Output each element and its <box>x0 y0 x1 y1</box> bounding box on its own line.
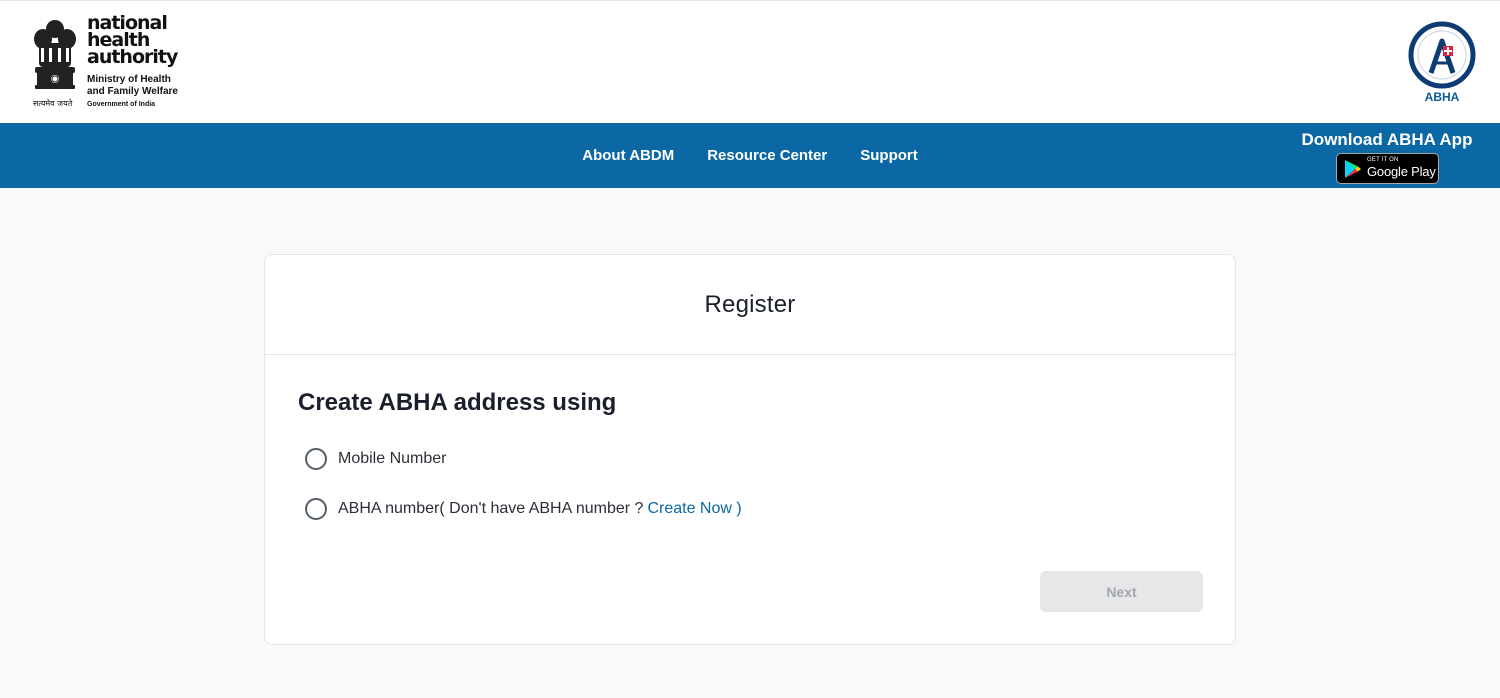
option-abha-number[interactable]: ABHA number( Don't have ABHA number ? Cr… <box>305 497 742 521</box>
card-header: Register <box>265 255 1235 355</box>
option-mobile-number-label[interactable]: Mobile Number <box>338 450 446 468</box>
google-play-small-text: GET IT ON <box>1367 157 1399 163</box>
top-header: सत्यमेव जयते national health authority M… <box>0 0 1500 123</box>
ministry-line-1: Ministry of Health <box>87 74 171 85</box>
nav-link-about-abdm[interactable]: About ABDM <box>582 147 674 164</box>
google-play-big-text: Google Play <box>1367 164 1436 179</box>
abha-logo[interactable]: ABHA <box>1407 21 1477 107</box>
abha-logo-icon <box>1408 21 1476 89</box>
national-emblem-icon <box>34 20 76 89</box>
register-card: Register Create ABHA address using Mobil… <box>264 254 1236 645</box>
ministry-line-2: and Family Welfare <box>87 86 178 97</box>
ministry-line-3: Government of India <box>87 101 156 108</box>
nha-word-authority: authority <box>87 46 178 68</box>
download-app-title: Download ABHA App <box>1301 130 1473 149</box>
create-now-link[interactable]: Create Now ) <box>647 500 741 518</box>
main-navbar: About ABDM Resource Center Support Downl… <box>0 123 1500 188</box>
radio-button-icon[interactable] <box>305 498 327 520</box>
nav-link-support[interactable]: Support <box>860 147 918 164</box>
abha-logo-label: ABHA <box>1424 90 1460 104</box>
nha-logo[interactable]: सत्यमेव जयते national health authority M… <box>29 14 189 111</box>
nav-links: About ABDM Resource Center Support <box>0 123 1500 188</box>
next-button[interactable]: Next <box>1040 571 1203 612</box>
google-play-icon <box>1345 160 1361 178</box>
section-title: Create ABHA address using <box>298 389 617 416</box>
radio-button-icon[interactable] <box>305 448 327 470</box>
google-play-button[interactable]: GET IT ON Google Play <box>1336 153 1439 184</box>
nav-link-resource-center[interactable]: Resource Center <box>707 147 827 164</box>
page-title: Register <box>704 290 796 318</box>
option-abha-number-label[interactable]: ABHA number( Don't have ABHA number ? <box>338 500 643 518</box>
option-mobile-number[interactable]: Mobile Number <box>305 447 446 471</box>
emblem-caption: सत्यमेव जयते <box>33 99 73 108</box>
